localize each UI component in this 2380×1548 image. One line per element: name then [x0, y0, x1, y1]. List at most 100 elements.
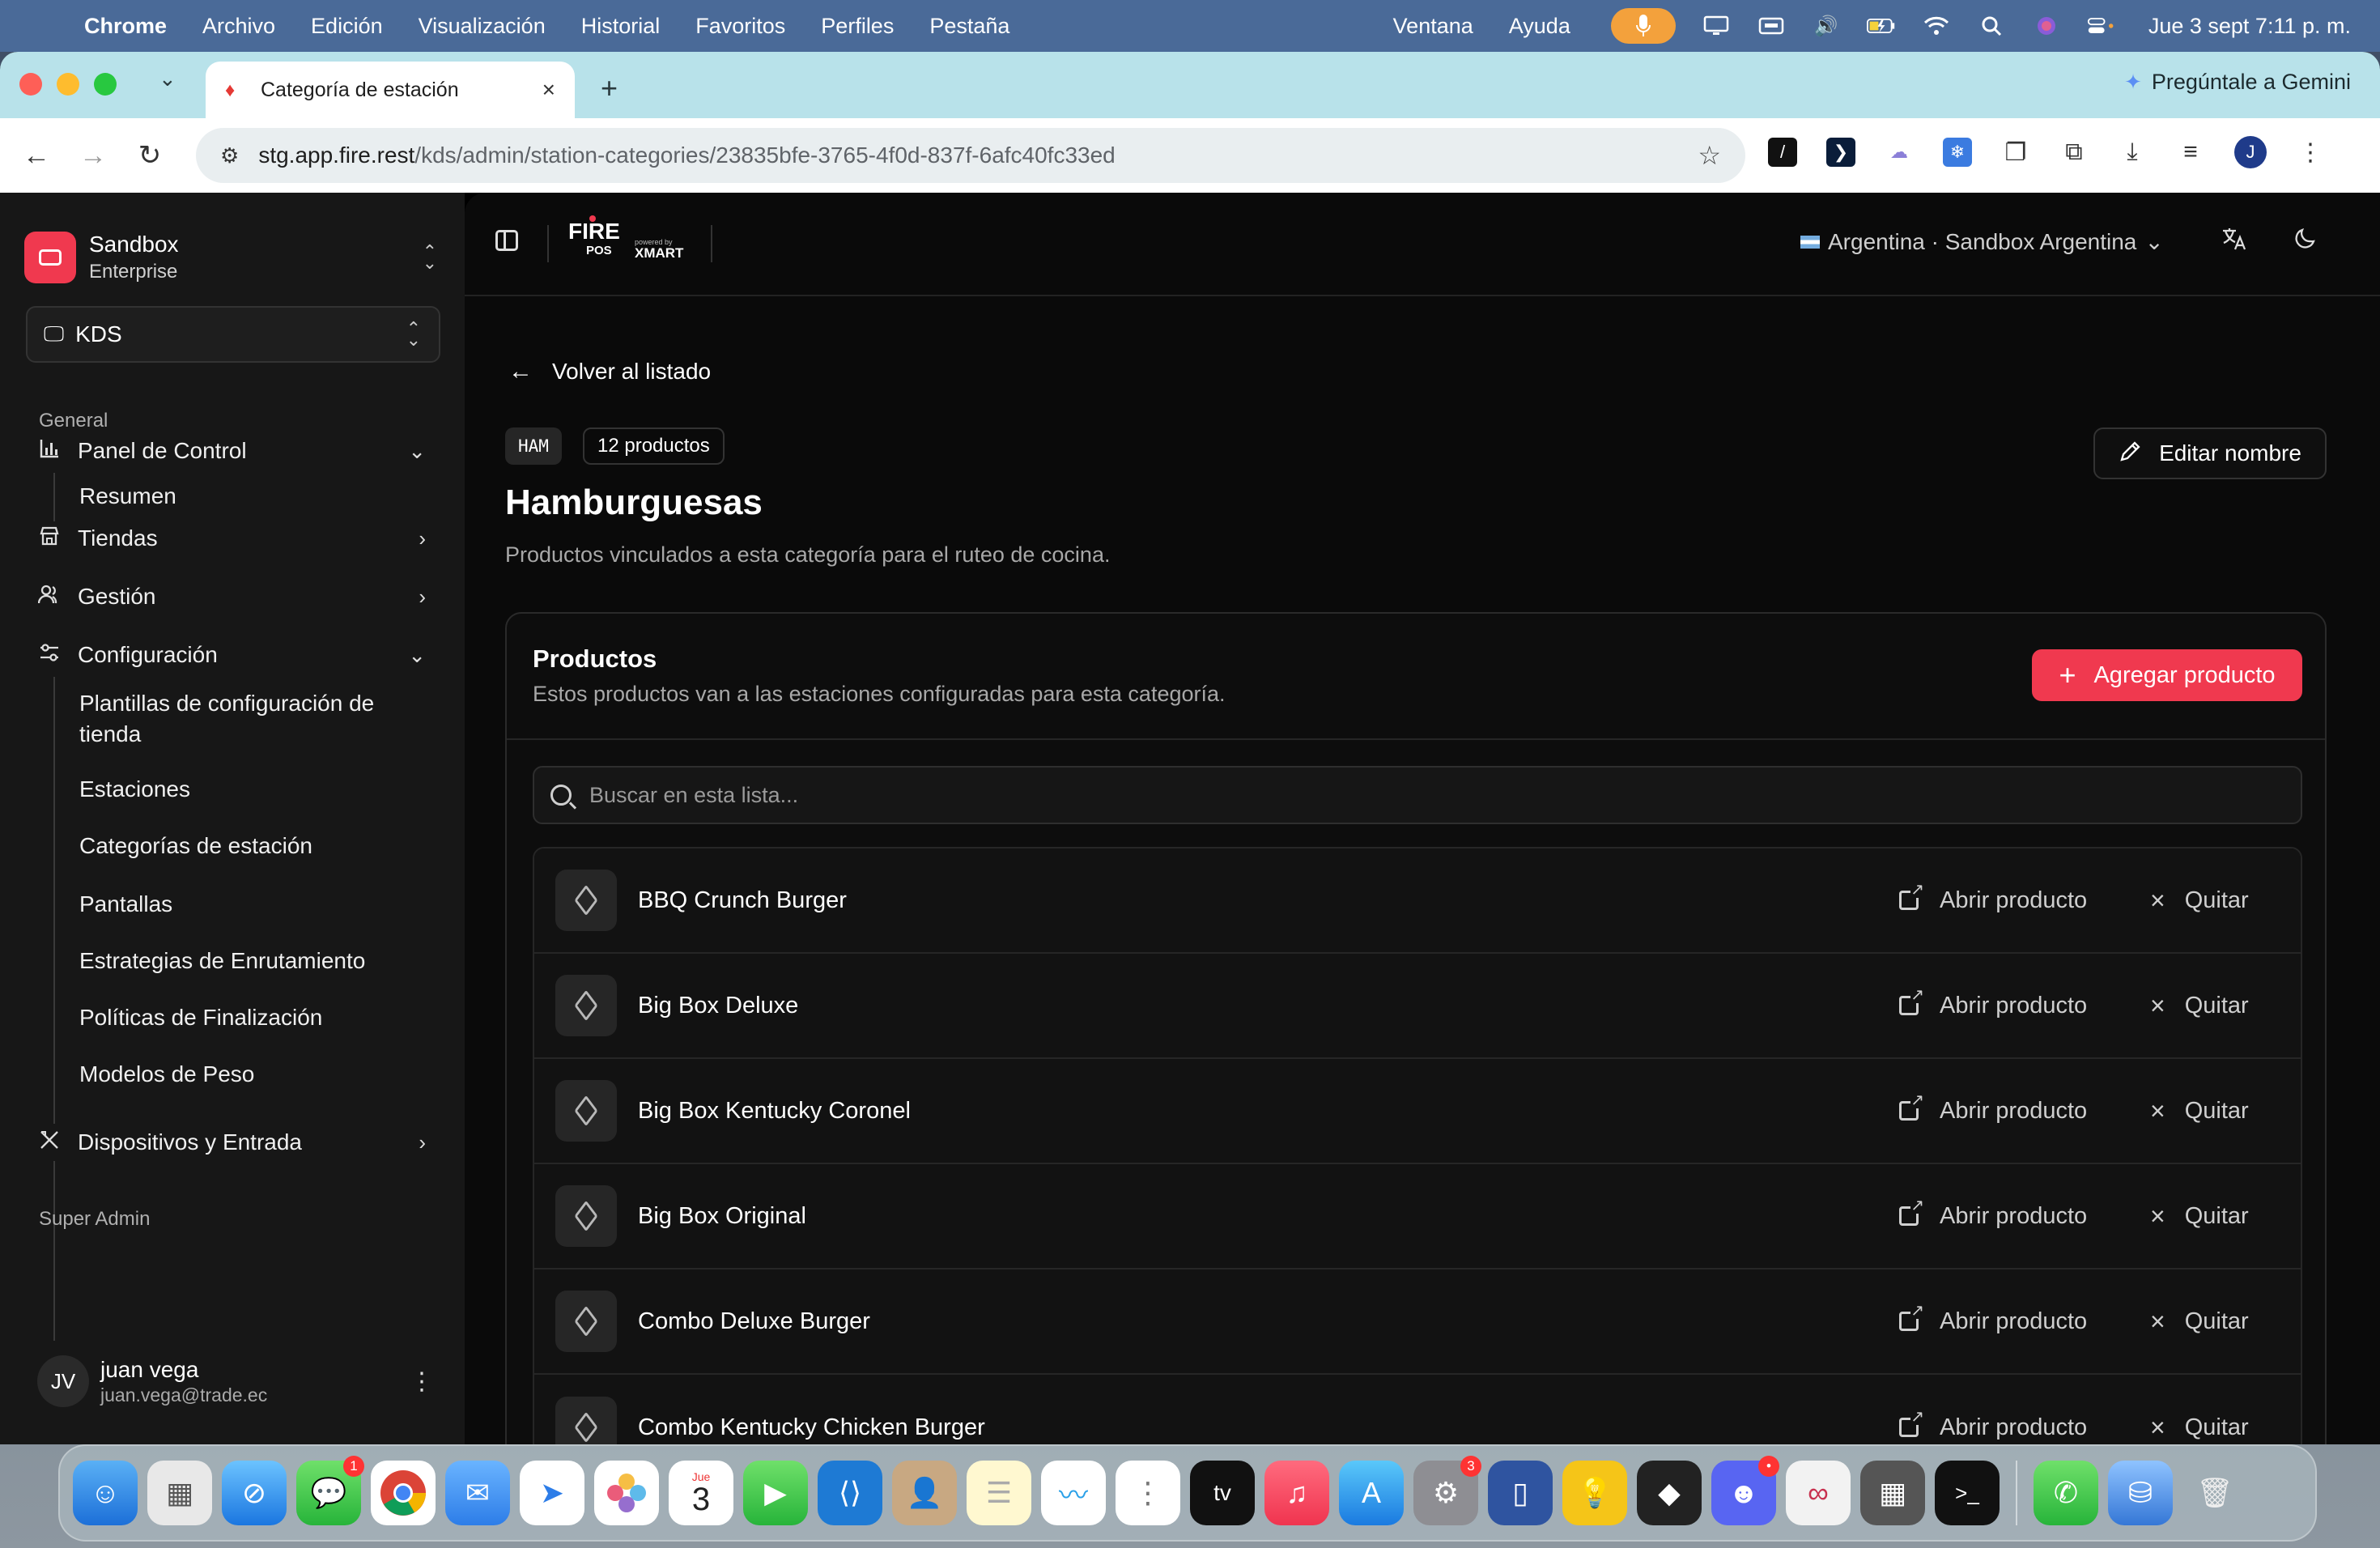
extension-arrow-icon[interactable]: ❯	[1826, 138, 1855, 167]
org-switcher[interactable]: Sandbox Enterprise ⌃ ⌄	[24, 225, 437, 290]
back-to-list-link[interactable]: ← Volver al listado	[508, 358, 711, 385]
close-window-button[interactable]	[19, 73, 42, 96]
sidebar-subitem-estrategias[interactable]: Estrategias de Enrutamiento	[79, 946, 419, 976]
extension-clipboard-icon[interactable]: ❐	[2001, 138, 2030, 167]
sidebar-subitem-resumen[interactable]: Resumen	[79, 481, 419, 512]
moon-icon[interactable]	[2294, 227, 2317, 256]
remove-product-button[interactable]: × Quitar	[2150, 991, 2249, 1021]
search-field[interactable]	[533, 766, 2302, 824]
volume-icon[interactable]: 🔊	[1812, 14, 1841, 38]
reload-icon[interactable]: ↻	[121, 139, 178, 172]
system-settings-icon[interactable]: ⚙ 3	[1413, 1456, 1481, 1525]
open-product-button[interactable]: Abrir producto	[1899, 882, 2087, 914]
siri-icon[interactable]	[2032, 14, 2061, 38]
sidebar-item-gestion[interactable]: Gestión ›	[37, 578, 426, 615]
profile-avatar[interactable]: J	[2234, 136, 2267, 168]
notes-icon[interactable]: ☰	[967, 1461, 1031, 1525]
menu-app[interactable]: Chrome	[84, 14, 167, 39]
spotlight-search-icon[interactable]	[1977, 14, 2006, 38]
freeform-icon[interactable]: 〰	[1041, 1461, 1106, 1525]
open-product-button[interactable]: Abrir producto	[1899, 1303, 2087, 1335]
open-product-button[interactable]: Abrir producto	[1899, 1409, 2087, 1441]
browser-tab-active[interactable]: ♦ Categoría de estación ×	[206, 62, 575, 118]
tab-search-chevron-icon[interactable]: ⌄	[159, 66, 176, 91]
sidebar-subitem-plantillas[interactable]: Plantillas de configuración de tienda	[79, 688, 419, 750]
menu-pestana[interactable]: Pestaña	[929, 14, 1009, 39]
minimize-window-button[interactable]	[57, 73, 79, 96]
media-control-icon[interactable]: ≡	[2176, 138, 2205, 167]
search-input[interactable]	[589, 782, 2208, 808]
remove-product-button[interactable]: × Quitar	[2150, 1096, 2249, 1126]
sidebar-item-panel[interactable]: Panel de Control ⌄	[37, 432, 426, 470]
sidebar-subitem-politicas[interactable]: Políticas de Finalización	[79, 1002, 419, 1033]
downloads-icon[interactable]: ⤓	[2118, 138, 2147, 167]
lightbulb-icon[interactable]: 💡	[1562, 1461, 1627, 1525]
translate-icon[interactable]	[2221, 227, 2247, 257]
remove-product-button[interactable]: × Quitar	[2150, 1201, 2249, 1231]
cube-app-icon[interactable]: ◆	[1637, 1461, 1702, 1525]
menu-historial[interactable]: Historial	[581, 14, 661, 39]
menu-favoritos[interactable]: Favoritos	[695, 14, 785, 39]
microphone-icon[interactable]	[1610, 8, 1676, 44]
battery-icon[interactable]	[1866, 14, 1896, 38]
more-vertical-icon[interactable]: ⋮	[410, 1367, 434, 1396]
mail-icon[interactable]: ✉	[445, 1461, 510, 1525]
terminal-icon[interactable]: >_	[1935, 1461, 2000, 1525]
new-tab-button[interactable]: +	[601, 71, 618, 105]
extension-terminal-icon[interactable]: /	[1768, 138, 1797, 167]
finder-icon[interactable]: ☺	[73, 1461, 138, 1525]
display-icon[interactable]	[1702, 14, 1731, 38]
site-settings-icon[interactable]: ⚙	[220, 143, 239, 168]
trash-icon[interactable]: 🗑	[2182, 1461, 2247, 1525]
safari-icon[interactable]: ⊘	[222, 1461, 287, 1525]
reminders-icon[interactable]: ⋮	[1116, 1461, 1180, 1525]
browser-menu-icon[interactable]: ⋮	[2296, 138, 2325, 167]
wifi-icon[interactable]	[1922, 14, 1951, 38]
vscode-icon[interactable]: ⟨⟩	[818, 1461, 882, 1525]
country-selector[interactable]: Argentina · Sandbox Argentina ⌄	[1800, 228, 2164, 255]
chrome-icon[interactable]	[371, 1461, 436, 1525]
user-menu[interactable]: JV juan vega juan.vega@trade.ec ⋮	[37, 1349, 434, 1414]
menu-ventana[interactable]: Ventana	[1393, 14, 1473, 39]
menu-perfiles[interactable]: Perfiles	[821, 14, 894, 39]
calendar-icon[interactable]: Jue 3	[669, 1461, 733, 1525]
forward-arrow-icon[interactable]: →	[65, 140, 121, 172]
maximize-window-button[interactable]	[94, 73, 117, 96]
sidebar-subitem-modelos[interactable]: Modelos de Peso	[79, 1059, 419, 1090]
facetime-icon[interactable]: ▶	[743, 1461, 808, 1525]
extension-snowflake-icon[interactable]: ❄	[1943, 138, 1972, 167]
discord-icon[interactable]: ☻ •	[1711, 1456, 1779, 1525]
sidebar-item-dispositivos[interactable]: Dispositivos y Entrada ›	[37, 1124, 426, 1161]
photos-icon[interactable]	[594, 1461, 659, 1525]
control-center-icon[interactable]	[2087, 14, 2116, 38]
remove-product-button[interactable]: × Quitar	[2150, 1413, 2249, 1443]
close-tab-icon[interactable]: ×	[542, 77, 555, 103]
sidebar-subitem-pantallas[interactable]: Pantallas	[79, 889, 419, 920]
module-select[interactable]: 🖵 KDS ⌃ ⌄	[26, 306, 440, 363]
bookmark-star-icon[interactable]: ☆	[1698, 140, 1721, 171]
menu-ayuda[interactable]: Ayuda	[1509, 14, 1570, 39]
remove-product-button[interactable]: × Quitar	[2150, 1307, 2249, 1337]
extension-cloud-icon[interactable]: ☁	[1885, 138, 1914, 167]
infinity-app-icon[interactable]: ∞	[1786, 1461, 1851, 1525]
open-product-button[interactable]: Abrir producto	[1899, 1197, 2087, 1230]
calculator-icon[interactable]: ▦	[1860, 1461, 1925, 1525]
open-product-button[interactable]: Abrir producto	[1899, 987, 2087, 1019]
menu-visualizacion[interactable]: Visualización	[419, 14, 546, 39]
music-icon[interactable]: ♫	[1264, 1461, 1329, 1525]
phone-icon[interactable]: ✆	[2034, 1461, 2098, 1525]
messages-icon[interactable]: 💬 1	[296, 1456, 364, 1525]
sidebar-item-tiendas[interactable]: Tiendas ›	[37, 520, 426, 557]
sidebar-toggle-icon[interactable]	[495, 230, 518, 251]
sidebar-subitem-estaciones[interactable]: Estaciones	[79, 774, 419, 805]
address-bar[interactable]: ⚙ stg.app.fire.rest/kds/admin/station-ca…	[196, 128, 1745, 183]
contacts-icon[interactable]: 👤	[892, 1461, 957, 1525]
menu-archivo[interactable]: Archivo	[202, 14, 275, 39]
keyboard-icon[interactable]	[1757, 14, 1786, 38]
simulator-icon[interactable]: ▯	[1488, 1461, 1553, 1525]
app-store-icon[interactable]: A	[1339, 1461, 1404, 1525]
menu-edicion[interactable]: Edición	[311, 14, 383, 39]
sidebar-subitem-categorias[interactable]: Categorías de estación	[79, 831, 419, 861]
sidebar-item-configuracion[interactable]: Configuración ⌄	[37, 636, 426, 674]
gemini-button[interactable]: ✦ Pregúntale a Gemini	[2124, 70, 2351, 95]
